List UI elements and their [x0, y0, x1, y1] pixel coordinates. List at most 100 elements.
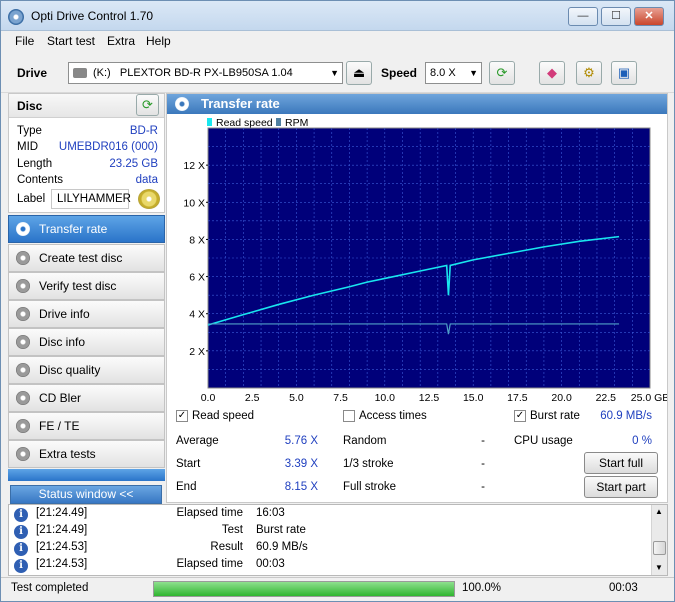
read-speed-label: Read speed: [192, 410, 255, 422]
chart-legend: Read speed RPM: [207, 117, 308, 129]
window-title: Opti Drive Control 1.70: [31, 9, 154, 23]
minimize-button[interactable]: —: [568, 7, 598, 26]
nav-label: Transfer rate: [39, 222, 108, 236]
disc-label-field[interactable]: LILYHAMMER: [51, 189, 131, 209]
eject-button[interactable]: ⏏: [346, 61, 372, 85]
log-row: i [21:24.49] Test Burst rate: [9, 524, 654, 541]
log-time: [21:24.53]: [36, 541, 88, 553]
speed-select[interactable]: 8.0 X ▼: [425, 62, 482, 84]
disc-label-icon[interactable]: [138, 189, 160, 209]
random-label: Random: [343, 435, 387, 447]
nav-disc-info[interactable]: Disc info: [8, 328, 165, 356]
nav-extra-tests[interactable]: Extra tests: [8, 440, 165, 468]
burst-rate-checkbox[interactable]: ✓: [514, 410, 526, 422]
close-button[interactable]: ✕: [634, 7, 664, 26]
log-row: i [21:24.49] Elapsed time 16:03: [9, 507, 654, 524]
disc-mid-value: UMEBDR016 (000): [58, 141, 158, 153]
drive-select[interactable]: (K:) PLEXTOR BD-R PX-LB950SA 1.04 ▼: [68, 62, 343, 84]
nav-label: Create test disc: [39, 251, 123, 265]
y-tick-label: 8 X: [189, 234, 205, 246]
full-stroke-label: Full stroke: [343, 481, 397, 493]
scroll-thumb[interactable]: [653, 541, 666, 555]
scroll-down-icon[interactable]: ▼: [655, 563, 663, 572]
log-key: Test: [221, 524, 243, 536]
nav-disc-quality[interactable]: Disc quality: [8, 356, 165, 384]
maximize-button[interactable]: ☐: [601, 7, 631, 26]
info-icon: i: [14, 525, 28, 539]
nav-label: Drive info: [39, 307, 90, 321]
log-key: Elapsed time: [176, 507, 243, 519]
refresh-icon: ⟳: [496, 65, 508, 80]
menu-extra[interactable]: Extra: [107, 34, 135, 48]
nav-cd-bler[interactable]: CD Bler: [8, 384, 165, 412]
chart-svg: Read speed RPM 0.0 2.5 5.0 7.5 10.0 12.5 15.0 1…: [183, 117, 669, 404]
log-scrollbar[interactable]: ▲ ▼: [651, 505, 667, 575]
start-part-button[interactable]: Start part: [584, 476, 658, 498]
y-tick-label: 4 X: [189, 309, 205, 321]
log-value: 60.9 MB/s: [256, 541, 308, 553]
scroll-up-icon[interactable]: ▲: [655, 507, 663, 516]
refresh-speed-button[interactable]: ⟳: [489, 61, 515, 85]
start-value: 3.39 X: [284, 458, 318, 470]
disc-icon: [16, 307, 30, 321]
start-full-button[interactable]: Start full: [584, 452, 658, 474]
nav-drive-info[interactable]: Drive info: [8, 300, 165, 328]
log-key: Result: [210, 541, 243, 553]
nav-transfer-rate[interactable]: Transfer rate: [8, 215, 165, 243]
disc-icon: [175, 97, 189, 111]
x-tick-label: 2.5: [245, 392, 260, 402]
full-stroke-value: -: [481, 481, 485, 493]
x-tick-label: 0.0: [201, 392, 216, 402]
access-times-checkbox[interactable]: [343, 410, 355, 422]
nav-fe-te[interactable]: FE / TE: [8, 412, 165, 440]
status-log: i [21:24.49] Elapsed time 16:03 i [21:24.49]…: [8, 504, 668, 576]
nav-label: Verify test disc: [39, 279, 117, 293]
average-label: Average: [176, 435, 219, 447]
y-tick-label: 10 X: [183, 197, 205, 209]
disc-icon: [16, 419, 30, 433]
x-tick-label: 17.5: [507, 392, 528, 402]
erase-button[interactable]: ◆: [539, 61, 565, 85]
end-value: 8.15 X: [284, 481, 318, 493]
toolbar: Drive (K:) PLEXTOR BD-R PX-LB950SA 1.04 …: [1, 53, 674, 93]
burst-rate-label: Burst rate: [530, 410, 580, 422]
start-label: Start: [176, 458, 201, 470]
nav-create-test-disc[interactable]: Create test disc: [8, 244, 165, 272]
disc-app-icon: [8, 9, 24, 25]
x-tick-label: 10.0: [375, 392, 396, 402]
log-time: [21:24.53]: [36, 558, 88, 570]
menu-help[interactable]: Help: [146, 34, 171, 48]
menu-bar: File Start test Extra Help: [1, 31, 674, 51]
disc-icon: [16, 335, 30, 349]
disc-icon: [16, 251, 30, 265]
save-button[interactable]: ▣: [611, 61, 637, 85]
x-tick-label: 22.5: [596, 392, 617, 402]
disc-length-value: 23.25 GB: [109, 158, 158, 170]
legend-read-speed: Read speed: [216, 117, 273, 129]
x-tick-label: 12.5: [419, 392, 440, 402]
gear-icon: ⚙: [583, 65, 595, 80]
third-stroke-value: -: [481, 458, 485, 470]
status-window-toggle[interactable]: Status window <<: [10, 485, 162, 504]
nav-verify-test-disc[interactable]: Verify test disc: [8, 272, 165, 300]
disc-icon: [16, 391, 30, 405]
nav-label: FE / TE: [39, 419, 80, 433]
read-speed-checkbox[interactable]: ✓: [176, 410, 188, 422]
menu-start-test[interactable]: Start test: [47, 34, 95, 48]
drive-icon: [73, 68, 87, 79]
x-tick-label: 5.0: [289, 392, 304, 402]
refresh-disc-button[interactable]: ⟳: [136, 94, 159, 116]
cpu-usage-value: 0 %: [632, 435, 652, 447]
menu-file[interactable]: File: [15, 34, 34, 48]
app-window: Opti Drive Control 1.70 — ☐ ✕ File Start…: [0, 0, 675, 602]
plot-area: 0.0 2.5 5.0 7.5 10.0 12.5 15.0 17.5 20.0 22.5 25.0…: [183, 127, 669, 404]
disc-icon: [16, 222, 30, 236]
title-bar: Opti Drive Control 1.70 — ☐ ✕: [1, 1, 674, 31]
disc-label-label: Label: [17, 193, 46, 205]
third-stroke-label: 1/3 stroke: [343, 458, 394, 470]
log-time: [21:24.49]: [36, 507, 88, 519]
disc-length-label: Length: [17, 158, 53, 170]
eraser-icon: ◆: [547, 65, 557, 80]
settings-button[interactable]: ⚙: [576, 61, 602, 85]
disc-contents-label: Contents: [17, 174, 64, 186]
